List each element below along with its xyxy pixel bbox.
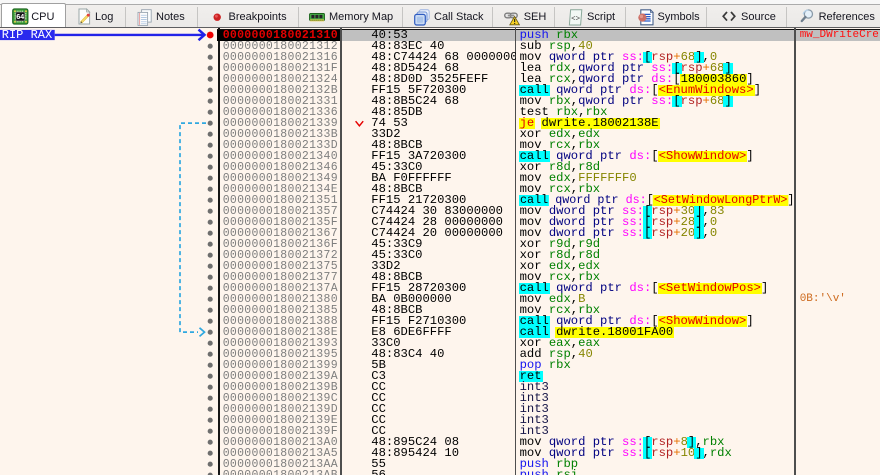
svg-text:RIP RAX: RIP RAX	[2, 29, 52, 43]
svg-text:<>: <>	[571, 15, 580, 23]
svg-text:64: 64	[16, 14, 24, 21]
